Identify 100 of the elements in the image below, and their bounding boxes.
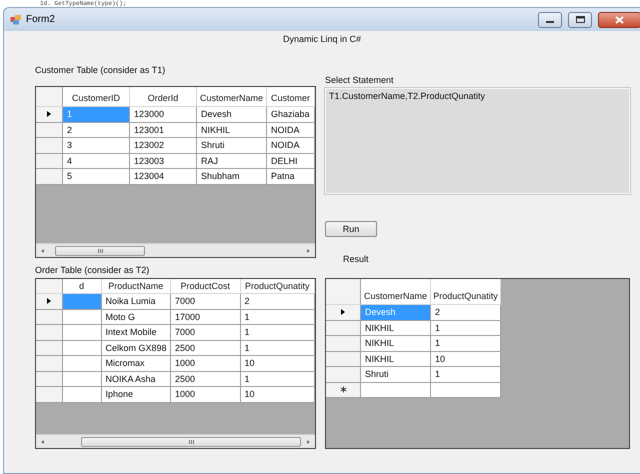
table-cell[interactable]: 1 (240, 372, 315, 387)
table-cell[interactable]: 1 (431, 367, 501, 382)
scroll-left-arrow-icon[interactable] (41, 248, 44, 252)
table-cell[interactable]: 7000 (171, 325, 241, 340)
result-table[interactable]: CustomerName ProductQunatity Devesh 2 NIKHIL 1 NIKHIL 1 NIKHIL 10 Shruti 1 (325, 278, 630, 449)
table-cell[interactable]: 1 (431, 336, 501, 352)
table-cell[interactable] (62, 356, 102, 372)
table-cell[interactable]: Devesh (197, 107, 267, 122)
table-cell[interactable] (62, 387, 102, 402)
table-cell[interactable]: 1 (240, 310, 315, 325)
close-icon (615, 16, 624, 24)
table-cell[interactable] (62, 294, 102, 310)
customer-table-label: Customer Table (consider as T1) (35, 65, 166, 75)
table-cell[interactable]: NIKHIL (197, 122, 267, 138)
select-statement-label: Select Statement (325, 75, 395, 85)
table-cell[interactable]: 1000 (171, 387, 241, 402)
row-header-corner (36, 87, 63, 107)
table-cell[interactable]: NOIDA (267, 138, 315, 154)
customer-table[interactable]: CustomerID OrderId CustomerName Customer 1 123000 Devesh Ghaziaba 2 123001 NIKHIL NOIDA 3 123002 Shruti NOIDA 4 123003 RAJ DELHI 5 123004 Shubham Patna (35, 86, 316, 258)
grip-icon (98, 248, 102, 252)
table-cell[interactable]: 123001 (130, 122, 197, 138)
table-cell[interactable]: 2 (431, 305, 501, 320)
table-cell[interactable]: NIKHIL (361, 320, 431, 336)
table-cell[interactable]: Celkom GX898 (102, 340, 172, 356)
order-table-label: Order Table (consider as T2) (35, 265, 150, 275)
table-cell[interactable]: Shruti (361, 367, 431, 382)
table-cell[interactable]: 3 (63, 138, 130, 154)
table-cell[interactable]: 10 (431, 352, 501, 367)
table-cell[interactable]: 2500 (171, 340, 241, 356)
table-cell[interactable]: NIKHIL (361, 336, 431, 352)
column-header[interactable]: ProductCost (171, 279, 241, 294)
maximize-button[interactable] (568, 12, 592, 28)
row-header[interactable] (326, 382, 361, 398)
table-cell[interactable]: 123003 (130, 154, 197, 169)
table-cell[interactable] (62, 372, 102, 387)
table-cell[interactable]: 1 (240, 325, 315, 340)
table-cell[interactable]: 123000 (130, 107, 197, 122)
form-heading: Dynamic Linq in C# (282, 34, 362, 44)
column-header[interactable]: Customer (267, 87, 315, 107)
table-cell[interactable]: Moto G (102, 310, 172, 325)
close-button[interactable] (598, 12, 640, 28)
row-header[interactable] (36, 107, 63, 122)
table-cell[interactable]: Micromax (102, 356, 172, 372)
table-cell[interactable]: Noika Lumia (102, 294, 172, 310)
column-header[interactable]: ProductQunatity (240, 279, 315, 294)
table-cell[interactable]: Ghaziaba (267, 107, 315, 122)
table-cell[interactable]: 123002 (130, 138, 197, 154)
table-cell[interactable]: 2 (240, 294, 315, 310)
table-cell[interactable]: 4 (63, 154, 130, 169)
table-cell[interactable]: 2500 (171, 372, 241, 387)
run-button[interactable]: Run (325, 221, 377, 237)
table-cell[interactable]: DELHI (267, 154, 315, 169)
row-header-corner (326, 279, 361, 305)
column-header[interactable]: ProductName (102, 279, 172, 294)
column-header[interactable]: CustomerName (197, 87, 267, 107)
table-cell[interactable]: 1 (240, 340, 315, 356)
table-cell[interactable]: Shruti (197, 138, 267, 154)
maximize-icon (576, 16, 584, 23)
horizontal-scrollbar[interactable] (36, 243, 315, 257)
row-header[interactable] (326, 305, 361, 320)
scroll-right-arrow-icon[interactable] (307, 248, 310, 252)
table-cell[interactable] (431, 382, 501, 398)
table-cell[interactable] (62, 325, 102, 340)
column-header[interactable]: CustomerID (63, 87, 130, 107)
table-cell[interactable]: 5 (63, 169, 130, 184)
table-cell[interactable]: Patna (267, 169, 315, 184)
horizontal-scrollbar[interactable] (36, 434, 315, 448)
scrollbar-thumb[interactable] (55, 246, 145, 256)
column-header[interactable]: CustomerName (361, 279, 431, 305)
order-table[interactable]: d ProductName ProductCost ProductQunatity Noika Lumia 7000 2 Moto G 17000 1 Intext Mobile 7000 1 Celkom GX898 2500 1 Micromax 1000 10 NOIKA Asha 2500 1 Iphone 1000 10 (35, 278, 316, 449)
table-cell[interactable]: 1000 (171, 356, 241, 372)
table-cell[interactable]: 10 (240, 387, 315, 402)
row-header[interactable] (36, 294, 63, 310)
table-cell[interactable] (62, 340, 102, 356)
scrollbar-thumb[interactable] (81, 436, 301, 446)
table-cell[interactable]: RAJ (197, 154, 267, 169)
table-cell[interactable]: Intext Mobile (102, 325, 172, 340)
table-cell[interactable]: 123004 (130, 169, 197, 184)
table-cell[interactable]: Shubham (197, 169, 267, 184)
table-cell[interactable] (62, 310, 102, 325)
table-cell[interactable]: Iphone (102, 387, 172, 402)
table-cell[interactable]: NOIDA (267, 122, 315, 138)
column-header[interactable]: ProductQunatity (431, 279, 501, 305)
column-header[interactable]: d (62, 279, 102, 294)
table-cell[interactable]: 2 (63, 122, 130, 138)
scroll-left-arrow-icon[interactable] (41, 440, 44, 444)
table-cell[interactable]: NIKHIL (361, 352, 431, 367)
table-cell[interactable]: NOIKA Asha (102, 372, 172, 387)
select-statement-field[interactable]: T1.CustomerName,T2.ProductQunatity (325, 88, 630, 194)
table-cell[interactable]: 10 (240, 356, 315, 372)
row-header-corner (36, 279, 63, 294)
window-title: Form2 (26, 14, 55, 25)
result-label: Result (343, 254, 369, 264)
scroll-right-arrow-icon[interactable] (307, 440, 310, 444)
column-header[interactable]: OrderId (130, 87, 197, 107)
table-cell[interactable]: 7000 (171, 294, 241, 310)
table-cell[interactable] (361, 382, 431, 398)
minimize-button[interactable] (538, 12, 562, 28)
table-cell[interactable]: 1 (431, 320, 501, 336)
table-cell[interactable]: 17000 (171, 310, 241, 325)
